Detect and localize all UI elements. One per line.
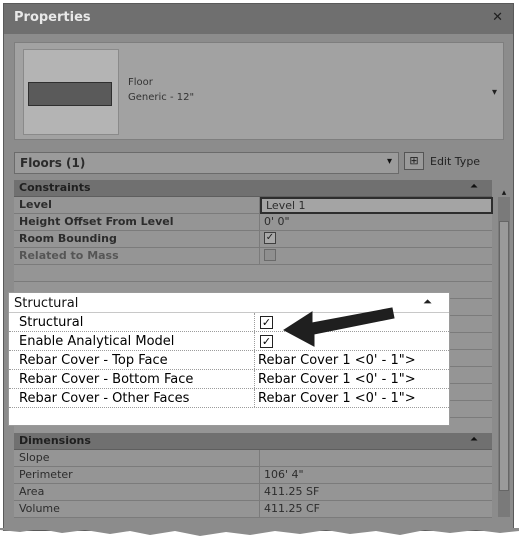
type-preview-icon bbox=[23, 49, 119, 135]
edit-type-icon: ⊞ bbox=[404, 152, 424, 170]
type-family-name: Floor bbox=[128, 77, 153, 88]
property-name: Rebar Cover - Other Faces bbox=[19, 391, 190, 406]
property-value-cell[interactable]: 106' 4" bbox=[259, 467, 492, 483]
property-value-cell[interactable]: 411.25 CF bbox=[259, 501, 492, 517]
group-title: Structural bbox=[14, 296, 79, 311]
property-row-level[interactable]: Level Level 1 bbox=[14, 197, 493, 214]
group-dimensions[interactable]: Dimensions ⏶ bbox=[14, 433, 492, 450]
property-value: 106' 4" bbox=[264, 468, 304, 481]
property-row-related-to-mass[interactable]: Related to Mass bbox=[14, 248, 492, 265]
property-row-volume[interactable]: Volume 411.25 CF bbox=[14, 501, 492, 518]
properties-palette: Properties ✕ Floor Generic - 12" ▾ Floor… bbox=[3, 3, 514, 531]
property-row-slope[interactable]: Slope bbox=[14, 450, 492, 467]
property-name: Area bbox=[19, 485, 45, 498]
property-value: 411.25 CF bbox=[264, 502, 320, 515]
room-bounding-checkbox[interactable]: ✓ bbox=[264, 232, 276, 244]
property-row-area[interactable]: Area 411.25 SF bbox=[14, 484, 492, 501]
enable-analytical-model-checkbox[interactable]: ✓ bbox=[260, 335, 273, 348]
property-value: Level 1 bbox=[266, 199, 306, 212]
property-row-height-offset[interactable]: Height Offset From Level 0' 0" bbox=[14, 214, 492, 231]
edit-type-label: Edit Type bbox=[430, 155, 481, 168]
property-value: Rebar Cover 1 <0' - 1"> bbox=[258, 353, 416, 368]
property-value: Rebar Cover 1 <0' - 1"> bbox=[258, 372, 416, 387]
property-value-cell[interactable]: Rebar Cover 1 <0' - 1"> bbox=[254, 370, 449, 388]
property-value: Rebar Cover 1 <0' - 1"> bbox=[258, 391, 416, 406]
palette-titlebar[interactable]: Properties ✕ bbox=[4, 4, 513, 34]
property-name: Related to Mass bbox=[19, 249, 119, 262]
property-value-cell[interactable]: Level 1 bbox=[259, 197, 493, 214]
structural-collapse-icon[interactable]: ⏶ bbox=[419, 293, 439, 313]
group-title: Constraints bbox=[19, 181, 91, 194]
property-value: 411.25 SF bbox=[264, 485, 320, 498]
property-name: Height Offset From Level bbox=[19, 215, 174, 228]
property-name: Slope bbox=[19, 451, 50, 464]
scrollbar-thumb[interactable] bbox=[499, 221, 509, 491]
type-name: Generic - 12" bbox=[128, 92, 195, 103]
property-name: Room Bounding bbox=[19, 232, 117, 245]
property-row-hidden-1 bbox=[14, 265, 492, 282]
structural-checkbox[interactable]: ✓ bbox=[260, 316, 273, 329]
torn-edge bbox=[0, 528, 519, 536]
collapse-icon[interactable]: ⏶ bbox=[470, 434, 478, 445]
property-value-cell bbox=[259, 248, 492, 264]
property-value: 0' 0" bbox=[264, 215, 290, 228]
property-name: Enable Analytical Model bbox=[19, 334, 175, 349]
edit-type-button[interactable]: ⊞ Edit Type bbox=[404, 150, 512, 176]
property-name: Level bbox=[19, 198, 52, 211]
instance-filter-label: Floors (1) bbox=[20, 156, 86, 170]
type-dropdown-arrow-icon[interactable]: ▾ bbox=[492, 87, 497, 98]
property-name: Perimeter bbox=[19, 468, 73, 481]
property-value-cell[interactable]: Rebar Cover 1 <0' - 1"> bbox=[254, 389, 449, 407]
property-row-rebar-cover-bottom[interactable]: Rebar Cover - Bottom Face Rebar Cover 1 … bbox=[9, 370, 449, 389]
property-row-room-bounding[interactable]: Room Bounding ✓ bbox=[14, 231, 492, 248]
property-row-rebar-cover-other[interactable]: Rebar Cover - Other Faces Rebar Cover 1 … bbox=[9, 389, 449, 408]
close-icon[interactable]: ✕ bbox=[492, 10, 503, 25]
palette-title: Properties bbox=[14, 10, 91, 25]
type-preview[interactable]: Floor Generic - 12" ▾ bbox=[14, 42, 504, 140]
property-name: Volume bbox=[19, 502, 60, 515]
related-to-mass-checkbox bbox=[264, 249, 276, 261]
property-row-perimeter[interactable]: Perimeter 106' 4" bbox=[14, 467, 492, 484]
group-constraints[interactable]: Constraints ⏶ bbox=[14, 180, 492, 197]
floor-swatch bbox=[28, 82, 112, 106]
property-value-cell[interactable]: ✓ bbox=[259, 231, 492, 247]
property-value-cell[interactable]: Rebar Cover 1 <0' - 1"> bbox=[254, 351, 449, 369]
property-value-cell[interactable] bbox=[259, 450, 492, 466]
level-field[interactable]: Level 1 bbox=[260, 197, 493, 214]
property-value-cell[interactable]: 0' 0" bbox=[259, 214, 492, 230]
properties-scrollbar[interactable] bbox=[498, 197, 510, 517]
callout-arrow-icon bbox=[283, 307, 395, 347]
property-name: Structural bbox=[19, 315, 84, 330]
property-value-cell[interactable]: 411.25 SF bbox=[259, 484, 492, 500]
chevron-down-icon[interactable]: ▾ bbox=[387, 156, 392, 167]
collapse-icon[interactable]: ⏶ bbox=[470, 181, 478, 192]
property-row-rebar-cover-top[interactable]: Rebar Cover - Top Face Rebar Cover 1 <0'… bbox=[9, 351, 449, 370]
instance-filter-select[interactable]: Floors (1) ▾ bbox=[14, 152, 399, 174]
property-name: Rebar Cover - Bottom Face bbox=[19, 372, 194, 387]
group-title: Dimensions bbox=[19, 434, 91, 447]
property-name: Rebar Cover - Top Face bbox=[19, 353, 168, 368]
